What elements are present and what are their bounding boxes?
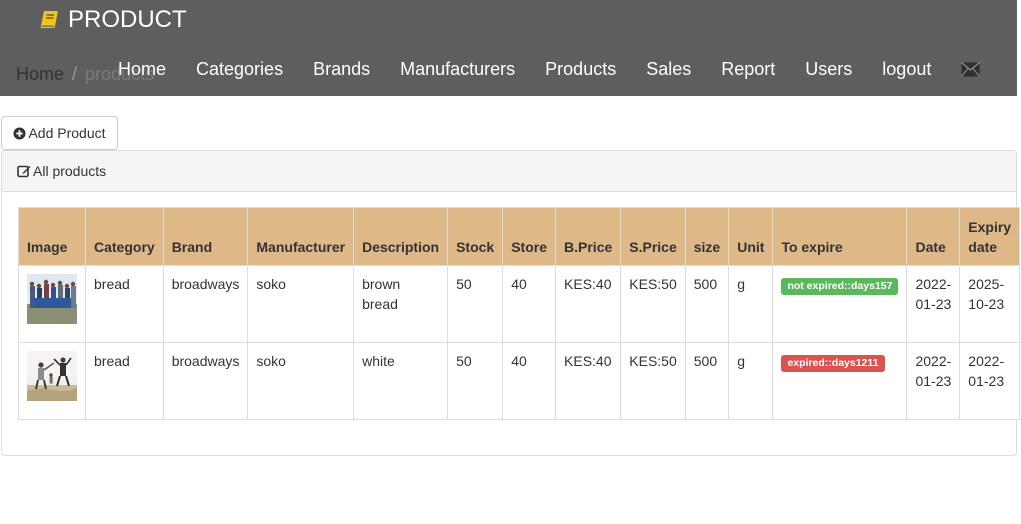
header-stock: Stock xyxy=(447,207,504,266)
header-date: Date xyxy=(906,207,961,266)
cell-bprice: KES:40 xyxy=(555,342,622,420)
cell-bprice: KES:40 xyxy=(555,265,622,343)
cell-size: 500 xyxy=(684,342,730,420)
status-badge: expired::days1211 xyxy=(781,355,885,372)
cell-brand: broadways xyxy=(162,342,249,420)
status-badge: not expired::days157 xyxy=(781,278,899,295)
products-table: Image Category Brand Manufacturer Descri… xyxy=(18,207,1021,420)
cell-description: brown bread xyxy=(353,265,449,343)
header-image: Image xyxy=(18,207,86,266)
cell-date: 2022-01-23 xyxy=(906,265,961,343)
cell-category: bread xyxy=(85,342,164,420)
cell-expiry-date: 2022-01-23 xyxy=(959,342,1021,420)
cell-unit: g xyxy=(728,265,774,343)
header-unit: Unit xyxy=(728,207,774,266)
navbar: PRODUCT Home / products Home Categories … xyxy=(0,0,1017,96)
nav-logout[interactable]: logout xyxy=(867,52,946,86)
cell-manufacturer: soko xyxy=(247,342,355,420)
plus-circle-icon xyxy=(13,126,27,140)
brand[interactable]: PRODUCT xyxy=(38,6,187,34)
cell-date: 2022-01-23 xyxy=(906,342,961,420)
header-sprice: S.Price xyxy=(620,207,686,266)
table-row[interactable]: bread broadways soko white 50 40 KES:40 … xyxy=(18,342,1021,420)
header-to-expire: To expire xyxy=(772,207,908,266)
cell-to-expire: not expired::days157 xyxy=(772,265,908,343)
breadcrumb-separator: / xyxy=(72,64,78,84)
breadcrumb-home[interactable]: Home xyxy=(16,64,64,84)
header-size: size xyxy=(684,207,730,266)
book-icon xyxy=(40,11,58,28)
header-manufacturer: Manufacturer xyxy=(247,207,355,266)
cell-store: 40 xyxy=(502,265,557,343)
header-category: Category xyxy=(85,207,164,266)
cell-image xyxy=(18,265,86,343)
cell-image xyxy=(18,342,86,420)
cell-stock: 50 xyxy=(447,342,504,420)
add-product-label: Add Product xyxy=(28,125,106,141)
brand-title: PRODUCT xyxy=(68,6,187,33)
nav-categories[interactable]: Categories xyxy=(181,52,298,86)
cell-expiry-date: 2025-10-23 xyxy=(959,265,1021,343)
cell-sprice: KES:50 xyxy=(620,265,686,343)
nav-products[interactable]: Products xyxy=(530,52,631,86)
header-expiry-date: Expiry date xyxy=(959,207,1021,266)
cell-brand: broadways xyxy=(162,265,249,343)
nav-sales[interactable]: Sales xyxy=(631,52,706,86)
cell-manufacturer: soko xyxy=(247,265,355,343)
panel-heading: All products xyxy=(2,151,1016,192)
envelope-icon xyxy=(961,61,981,77)
edit-icon xyxy=(17,165,31,178)
add-product-button[interactable]: Add Product xyxy=(1,116,118,150)
nav-users[interactable]: Users xyxy=(790,52,867,86)
cell-store: 40 xyxy=(502,342,557,420)
product-image xyxy=(27,274,77,324)
cell-sprice: KES:50 xyxy=(620,342,686,420)
table-row[interactable]: bread broadways soko brown bread 50 40 K… xyxy=(18,265,1021,343)
cell-description: white xyxy=(353,342,449,420)
cell-stock: 50 xyxy=(447,265,504,343)
product-image xyxy=(27,351,77,401)
panel-title: All products xyxy=(33,163,107,179)
cell-category: bread xyxy=(85,265,164,343)
header-bprice: B.Price xyxy=(555,207,622,266)
products-panel: All products Image Category Brand Manufa… xyxy=(1,150,1021,456)
nav-links: Home Categories Brands Manufacturers Pro… xyxy=(103,52,995,86)
cell-to-expire: expired::days1211 xyxy=(772,342,908,420)
nav-manufacturers[interactable]: Manufacturers xyxy=(385,52,530,86)
cell-size: 500 xyxy=(684,265,730,343)
table-header-row: Image Category Brand Manufacturer Descri… xyxy=(18,207,1021,266)
nav-mail[interactable] xyxy=(946,52,995,86)
nav-home[interactable]: Home xyxy=(103,52,181,86)
nav-report[interactable]: Report xyxy=(706,52,790,86)
header-description: Description xyxy=(353,207,449,266)
cell-unit: g xyxy=(728,342,774,420)
header-store: Store xyxy=(502,207,557,266)
header-brand: Brand xyxy=(162,207,249,266)
nav-brands[interactable]: Brands xyxy=(298,52,385,86)
